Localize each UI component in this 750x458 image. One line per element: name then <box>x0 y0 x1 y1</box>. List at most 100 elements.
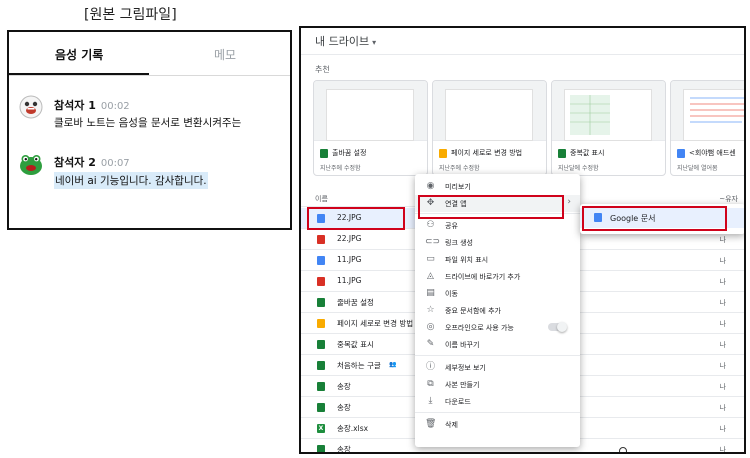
file-thumbnail <box>314 81 427 141</box>
timestamp[interactable]: 00:07 <box>101 158 130 169</box>
menu-item[interactable]: ▤ 이동 <box>415 285 580 302</box>
resize-handle[interactable] <box>619 447 627 452</box>
offline-icon: ◎ <box>426 322 435 332</box>
pencil-icon: ✎ <box>426 339 435 349</box>
column-header-owner[interactable]: ~유자 <box>719 194 738 204</box>
menu-item-label: 다운로드 <box>445 398 471 406</box>
card-subtitle: 지난달에 수정함 <box>558 165 599 172</box>
add-person-icon: ⚇ <box>426 220 435 230</box>
menu-item-label: 삭제 <box>445 421 458 429</box>
file-owner: 나 <box>719 278 726 286</box>
menu-item[interactable]: 🗑 삭제 <box>415 416 580 433</box>
file-name: 페이지 세로로 변경 방법 <box>337 319 414 328</box>
image-icon <box>317 277 325 286</box>
image-icon <box>317 235 325 244</box>
copy-icon: ⧉ <box>427 379 434 389</box>
menu-item-label: 사본 만들기 <box>445 381 480 389</box>
chevron-down-icon: ▾ <box>372 38 377 47</box>
menu-item[interactable]: ⚇ 공유 <box>415 217 580 234</box>
folder-icon: ▭ <box>426 254 435 264</box>
green-frog-icon <box>20 155 42 175</box>
drive-breadcrumb[interactable]: 내 드라이브 ▾ <box>315 33 376 49</box>
menu-item[interactable]: ⤓ 다운로드 <box>415 393 580 410</box>
menu-item-label: 세부정보 보기 <box>445 364 486 372</box>
file-owner: 나 <box>719 362 726 370</box>
menu-divider <box>415 412 580 413</box>
menu-item-label: 이름 바꾸기 <box>445 341 480 349</box>
speaker-label: 참석자 2 <box>54 156 96 169</box>
file-owner: 나 <box>719 383 726 391</box>
file-owner: 나 <box>719 446 726 454</box>
menu-item[interactable]: ⓘ 세부정보 보기 <box>415 359 580 376</box>
file-owner: 나 <box>719 425 726 433</box>
brown-character-icon <box>19 95 43 119</box>
menu-item[interactable]: ☆ 중요 문서함에 추가 <box>415 302 580 319</box>
note-tabs: 음성 기록 메모 <box>9 32 290 76</box>
suggested-file-card[interactable]: 페이지 세로로 변경 방법 지난주에 수정함 <box>432 80 547 176</box>
file-name: 중복값 표시 <box>337 340 374 349</box>
menu-item[interactable]: ◉ 미리보기 <box>415 178 580 195</box>
card-subtitle: 지난주에 수정함 <box>320 165 361 172</box>
move-folder-icon: ▤ <box>426 288 435 298</box>
menu-item-label: 이동 <box>445 290 458 298</box>
divider <box>301 54 744 55</box>
timestamp[interactable]: 00:02 <box>101 101 130 112</box>
suggested-file-card[interactable]: <회야뻠 애드센 지난달에 열어봄 <box>670 80 744 176</box>
file-owner: 나 <box>719 404 726 412</box>
menu-item[interactable]: ▭ 파일 위치 표시 <box>415 251 580 268</box>
tab-voice-record[interactable]: 음성 기록 <box>55 46 103 63</box>
card-title: 중복값 표시 <box>558 148 604 158</box>
card-title-text: <회야뻠 애드센 <box>689 149 736 157</box>
offline-toggle[interactable] <box>548 322 567 332</box>
transcript-text-highlighted: 네이버 ai 기능입니다. 감사합니다. <box>54 172 208 189</box>
sheets-icon <box>317 340 325 349</box>
chevron-right-icon: › <box>567 197 571 207</box>
note-panel: 음성 기록 메모 참석자 1 00:02 클로바 노트는 음성을 문서로 변환시켜… <box>7 30 292 230</box>
menu-item-label: 미리보기 <box>445 183 471 191</box>
slides-icon <box>439 148 447 158</box>
sheets-icon <box>317 403 325 412</box>
card-title: 페이지 세로로 변경 방법 <box>439 148 522 158</box>
link-icon: ⊂⊃ <box>425 237 441 247</box>
column-header-name[interactable]: 이름 <box>315 194 328 204</box>
file-name: 송장 <box>337 403 351 412</box>
menu-item[interactable]: ✎ 이름 바꾸기 <box>415 336 580 353</box>
menu-item[interactable]: ◎ 오프라인으로 사용 가능 <box>415 319 580 336</box>
file-thumbnail <box>552 81 665 141</box>
menu-item[interactable]: ◬ 드라이브에 바로가기 추가 <box>415 268 580 285</box>
sheets-icon <box>317 445 325 452</box>
toggle-knob <box>557 322 567 332</box>
menu-item[interactable]: ⊂⊃ 링크 생성 <box>415 234 580 251</box>
suggested-file-card[interactable]: 중복값 표시 지난달에 수정함 <box>551 80 666 176</box>
speaker-name: 참석자 2 00:07 <box>54 154 130 170</box>
transcript-text: 클로바 노트는 음성을 문서로 변환시켜주는 <box>54 117 242 129</box>
card-title: <회야뻠 애드센 <box>677 148 736 158</box>
card-title-text: 페이지 세로로 변경 방법 <box>451 149 523 157</box>
spreadsheet-preview <box>570 95 610 135</box>
card-subtitle: 지난달에 열어봄 <box>677 165 718 172</box>
document-preview <box>690 97 744 123</box>
menu-divider <box>415 355 580 356</box>
file-owner: 나 <box>719 320 726 328</box>
eye-icon: ◉ <box>426 181 435 191</box>
trash-icon: 🗑 <box>425 419 437 429</box>
sheets-icon <box>558 148 566 158</box>
file-name: 송장 <box>337 382 351 391</box>
file-name: 11.JPG <box>337 276 362 285</box>
suggested-file-card[interactable]: 출바꿈 설정 지난주에 수정함 <box>313 80 428 176</box>
highlight-box-open-with <box>418 195 564 219</box>
file-name: 22.JPG <box>337 234 362 243</box>
star-icon: ☆ <box>426 305 435 315</box>
file-owner: 나 <box>719 257 726 265</box>
sheets-icon <box>317 298 325 307</box>
file-thumbnail <box>433 81 546 141</box>
file-name: 11.JPG <box>337 255 362 264</box>
speaker-name: 참석자 1 00:02 <box>54 97 130 113</box>
file-name: 송장 <box>337 445 351 454</box>
menu-item[interactable]: ⧉ 사본 만들기 <box>415 376 580 393</box>
menu-item-label: 드라이브에 바로가기 추가 <box>445 273 521 281</box>
tab-memo[interactable]: 메모 <box>214 46 236 63</box>
info-icon: ⓘ <box>425 362 435 372</box>
drive-title: 내 드라이브 <box>315 35 370 48</box>
download-icon: ⤓ <box>428 396 433 406</box>
